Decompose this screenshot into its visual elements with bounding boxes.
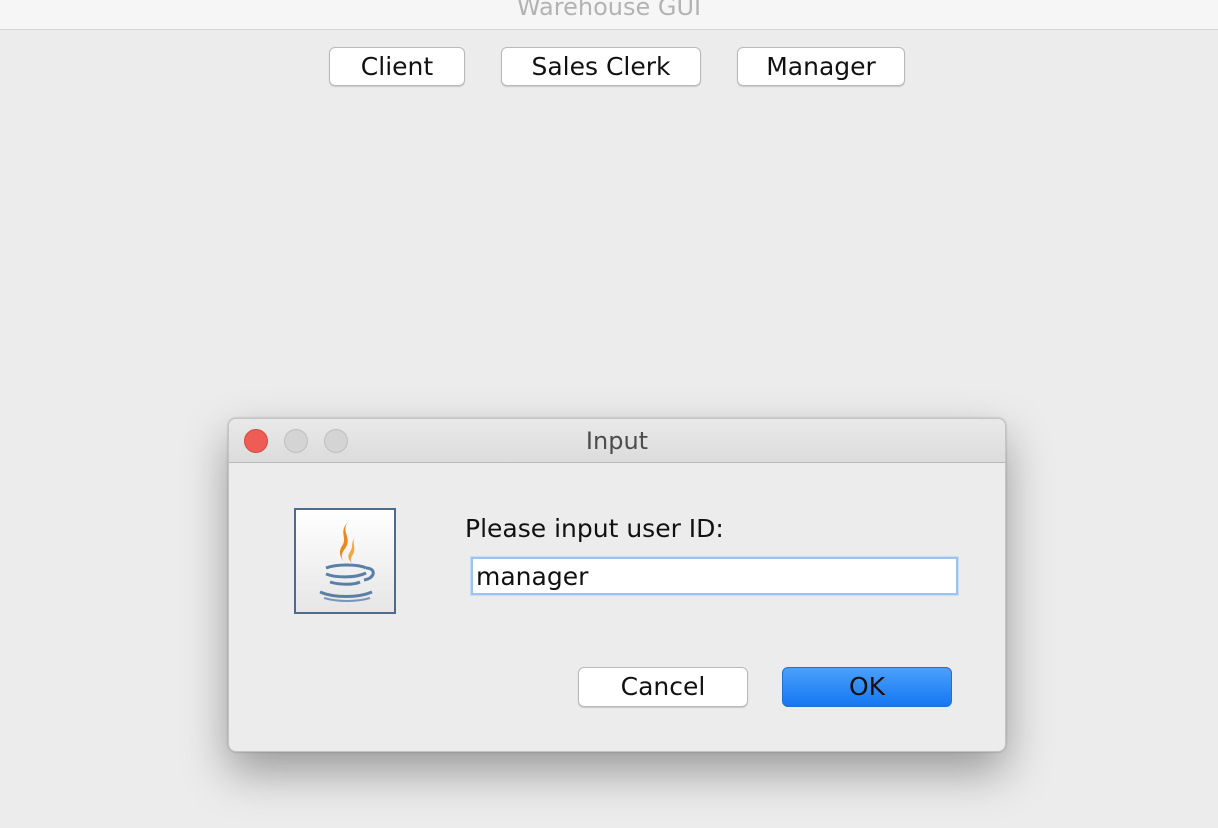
sales-clerk-button[interactable]: Sales Clerk bbox=[501, 47, 701, 86]
cancel-button[interactable]: Cancel bbox=[578, 667, 748, 707]
user-id-prompt-label: Please input user ID: bbox=[465, 514, 724, 543]
input-dialog: Input Please input user ID: Cancel OK bbox=[228, 418, 1006, 752]
client-button[interactable]: Client bbox=[329, 47, 465, 86]
dialog-title-bar[interactable]: Input bbox=[229, 419, 1005, 463]
main-title-bar[interactable]: Warehouse GUI bbox=[0, 0, 1218, 30]
java-coffee-cup-icon bbox=[294, 508, 396, 614]
ok-button[interactable]: OK bbox=[782, 667, 952, 707]
user-id-input[interactable] bbox=[471, 557, 958, 595]
dialog-title: Input bbox=[585, 427, 649, 455]
main-window-title: Warehouse GUI bbox=[516, 0, 702, 21]
manager-button[interactable]: Manager bbox=[737, 47, 905, 86]
